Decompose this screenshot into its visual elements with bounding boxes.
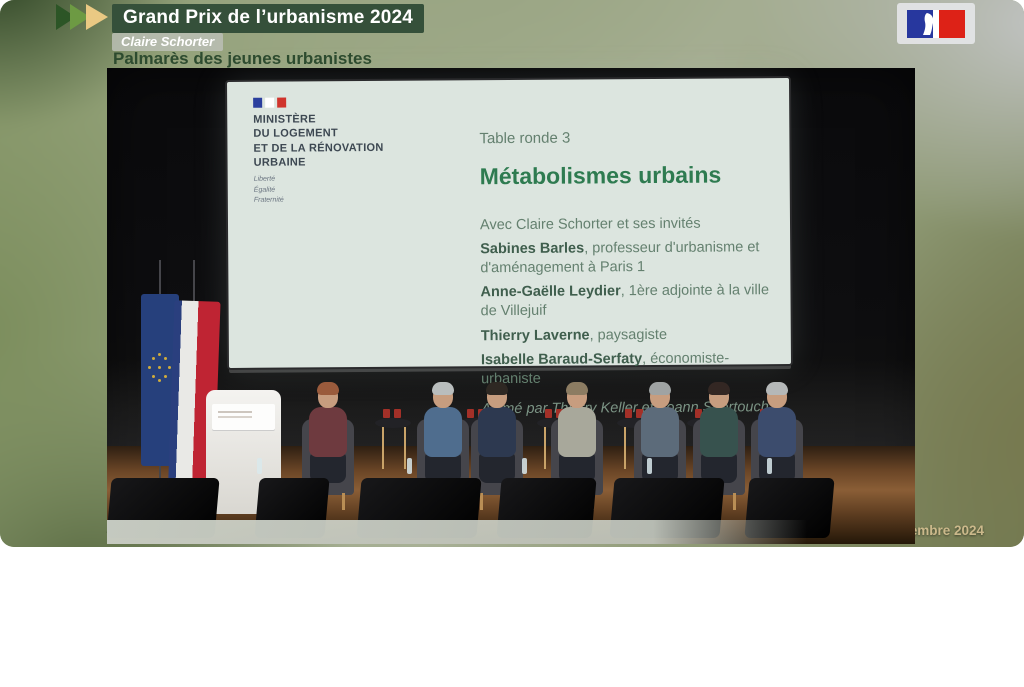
guest-name: Anne-Gaëlle Leydier: [480, 283, 620, 300]
panelist-hair: [708, 382, 730, 395]
water-bottle: [257, 458, 262, 474]
water-bottle: [767, 458, 772, 474]
video-player[interactable]: MINISTÈREDU LOGEMENTET DE LA RÉNOVATIONU…: [0, 0, 1024, 547]
panelist-torso: [758, 407, 796, 457]
panelist-torso: [309, 407, 347, 457]
slide-intro: Avec Claire Schorter et ses invités: [480, 215, 772, 233]
projection-screen: MINISTÈREDU LOGEMENTET DE LA RÉNOVATIONU…: [227, 78, 791, 368]
guest-name: Thierry Laverne: [481, 327, 590, 344]
guest-name: Isabelle Baraud-Serfaty: [481, 351, 642, 368]
panelist-hair: [649, 382, 671, 395]
guest-role: , paysagiste: [590, 326, 668, 343]
slide-title: Métabolismes urbains: [480, 161, 772, 190]
event-title-badge: Grand Prix de l’urbanisme 2024: [112, 4, 424, 33]
ministry-name-line: ET DE LA RÉNOVATION: [253, 140, 463, 156]
water-bottle: [522, 458, 527, 474]
video-frame: MINISTÈREDU LOGEMENTET DE LA RÉNOVATIONU…: [107, 68, 915, 544]
panelist-hair: [317, 382, 339, 395]
panelist-hair: [766, 382, 788, 395]
panelist-hair: [566, 382, 588, 395]
ministry-name-line: MINISTÈRE: [253, 111, 463, 127]
motto-line: Fraternité: [254, 195, 464, 207]
panelist-torso: [478, 407, 516, 457]
panelist-torso: [558, 407, 596, 457]
page: MINISTÈREDU LOGEMENTET DE LA RÉNOVATIONU…: [0, 0, 1024, 687]
water-bottle: [647, 458, 652, 474]
ministry-logo-block: MINISTÈREDU LOGEMENTET DE LA RÉNOVATIONU…: [253, 96, 464, 206]
slide-guest-line: Anne-Gaëlle Leydier, 1ère adjointe à la …: [480, 281, 772, 321]
stage-front-edge: [107, 520, 807, 544]
ministry-name-line: URBAINE: [254, 154, 464, 170]
event-subtitle: Palmarès des jeunes urbanistes: [113, 49, 372, 69]
ministry-name-line: DU LOGEMENT: [253, 126, 463, 142]
panelist-hair: [432, 382, 454, 395]
panelist-torso: [641, 407, 679, 457]
slide-session: Table ronde 3: [479, 128, 771, 147]
guest-name: Sabines Barles: [480, 240, 584, 257]
ministry-name: MINISTÈREDU LOGEMENTET DE LA RÉNOVATIONU…: [253, 111, 463, 170]
ministry-flag-icon: [253, 96, 463, 107]
event-logo-triangle-icon: [86, 4, 108, 30]
slide-guest-line: Sabines Barles, professeur d'urbanisme e…: [480, 238, 772, 278]
red-cup: [394, 409, 401, 418]
slide-guest-line: Thierry Laverne, paysagiste: [481, 325, 773, 346]
panelist-torso: [700, 407, 738, 457]
water-bottle: [407, 458, 412, 474]
slide-guest-list: Sabines Barles, professeur d'urbanisme e…: [480, 238, 773, 389]
ministry-motto: LibertéÉgalitéFraternité: [254, 174, 464, 207]
government-logo-icon: [897, 3, 975, 44]
side-table: [375, 418, 411, 428]
panelist-torso: [424, 407, 462, 457]
red-cup: [383, 409, 390, 418]
panelist-hair: [486, 382, 508, 395]
